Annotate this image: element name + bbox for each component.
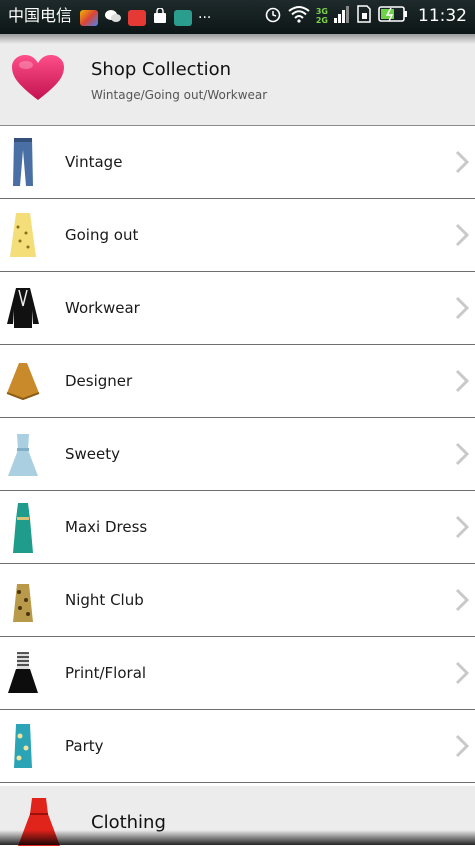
- black-jacket-icon: [6, 280, 40, 336]
- bottom-edge-shadow: [0, 830, 475, 845]
- maxi-dress-icon: [6, 499, 40, 555]
- list-item-label: Vintage: [65, 153, 123, 171]
- status-bar: 中国电信 ··· 3G 2G 11:32: [0, 0, 475, 34]
- header-subtitle: Wintage/Going out/Workwear: [91, 88, 268, 102]
- chevron-right-icon: [455, 661, 470, 689]
- category-list: Vintage Going out Workwear Designer Swee…: [0, 126, 475, 783]
- shopping-bag-icon: [152, 7, 168, 28]
- chevron-right-icon: [455, 442, 470, 470]
- clock-time: 11:32: [418, 6, 467, 26]
- list-item-vintage[interactable]: Vintage: [0, 126, 475, 199]
- chevron-right-icon: [455, 223, 470, 251]
- chevron-right-icon: [455, 296, 470, 324]
- list-item-night-club[interactable]: Night Club: [0, 564, 475, 637]
- wechat-icon: [104, 8, 122, 28]
- leopard-dress-icon: [6, 572, 40, 628]
- list-item-party[interactable]: Party: [0, 710, 475, 783]
- status-bar-shadow: [0, 34, 475, 44]
- list-item-label: Going out: [65, 226, 139, 244]
- list-item-going-out[interactable]: Going out: [0, 199, 475, 272]
- party-dress-icon: [6, 718, 40, 774]
- list-item-workwear[interactable]: Workwear: [0, 272, 475, 345]
- shop-collection-header[interactable]: Shop Collection Wintage/Going out/Workwe…: [0, 34, 475, 126]
- more-notifications-icon: ···: [198, 10, 212, 26]
- chevron-right-icon: [455, 515, 470, 543]
- list-item-designer[interactable]: Designer: [0, 345, 475, 418]
- network-3g-label: 3G: [315, 7, 328, 16]
- heart-icon: [10, 54, 66, 106]
- jeans-icon: [6, 134, 40, 190]
- chevron-right-icon: [455, 588, 470, 616]
- list-item-label: Workwear: [65, 299, 140, 317]
- list-item-sweety[interactable]: Sweety: [0, 418, 475, 491]
- app-notification-icon: [80, 10, 98, 26]
- network-2g-label: 2G: [315, 16, 328, 25]
- list-item-label: Party: [65, 737, 104, 755]
- carrier-name: 中国电信: [8, 6, 73, 25]
- battery-icon: [378, 6, 408, 26]
- chevron-right-icon: [455, 734, 470, 762]
- system-status-icons: 3G 2G 11:32: [264, 5, 467, 27]
- sim-card-icon: [356, 5, 372, 27]
- list-item-print-floral[interactable]: Print/Floral: [0, 637, 475, 710]
- yellow-dress-icon: [6, 207, 40, 263]
- news-notification-icon: [128, 10, 146, 26]
- list-item-label: Print/Floral: [65, 664, 147, 682]
- poncho-icon: [6, 353, 40, 409]
- list-item-label: Designer: [65, 372, 133, 390]
- notification-icons: ···: [80, 7, 212, 28]
- alarm-icon: [264, 5, 282, 27]
- network-type-indicator: 3G 2G: [316, 7, 328, 25]
- blue-dress-icon: [6, 426, 40, 482]
- list-item-maxi-dress[interactable]: Maxi Dress: [0, 491, 475, 564]
- huawei-notification-icon: [174, 10, 192, 26]
- wifi-icon: [288, 5, 310, 27]
- header-title: Shop Collection: [91, 59, 232, 80]
- list-item-label: Sweety: [65, 445, 121, 463]
- chevron-right-icon: [455, 369, 470, 397]
- signal-strength-icon: [334, 5, 350, 27]
- print-dress-icon: [6, 645, 40, 701]
- list-item-label: Night Club: [65, 591, 144, 609]
- chevron-right-icon: [455, 150, 470, 178]
- list-item-label: Maxi Dress: [65, 518, 148, 536]
